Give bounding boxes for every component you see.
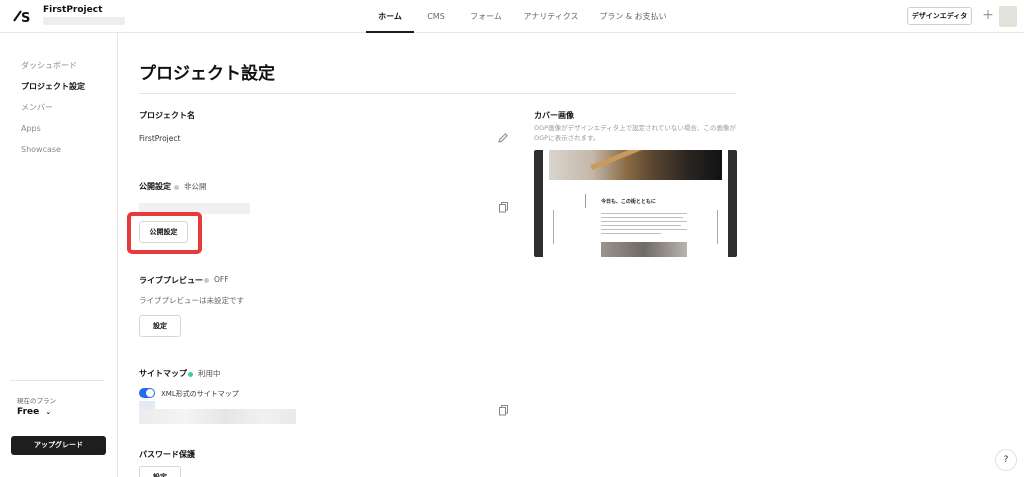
design-editor-button[interactable]: デザインエディタ: [907, 7, 972, 25]
nav-home[interactable]: ホーム: [366, 0, 414, 33]
live-preview-description: ライブプレビューは未設定です: [139, 296, 244, 305]
publish-settings-label: 公開設定: [139, 182, 171, 191]
sitemap-label: サイトマップ: [139, 369, 187, 378]
plan-value: Free: [17, 407, 40, 417]
cover-photo-detail: [590, 150, 648, 171]
studio-logo-icon[interactable]: S: [12, 8, 34, 24]
sitemap-status: 利用中: [188, 368, 221, 379]
cover-text-line: [601, 229, 687, 230]
cover-preview-page: 今日も、この街とともに: [543, 150, 728, 257]
sitemap-toggle[interactable]: [139, 388, 155, 398]
nav-form[interactable]: フォーム: [462, 0, 510, 33]
project-url-redacted: [43, 17, 125, 25]
cover-vertical-text: [553, 210, 554, 244]
project-name[interactable]: FirstProject: [43, 5, 102, 15]
sidebar: ダッシュボード プロジェクト設定 メンバー Apps Showcase 現在のプ…: [0, 33, 118, 477]
publish-status-text: 非公開: [184, 182, 207, 191]
highlight-box: [127, 212, 202, 254]
current-plan-label: 現在のプラン: [17, 397, 56, 405]
password-settings-button[interactable]: 設定: [139, 466, 181, 477]
page-title: プロジェクト設定: [139, 64, 275, 84]
cover-image-description: OGP画像がデザインエディタ上で設定されていない場合、この画像がOGPに表示され…: [534, 124, 736, 142]
cover-text-line: [601, 225, 681, 226]
password-protection-label: パスワード保護: [139, 450, 195, 459]
cover-heading: 今日も、この街とともに: [601, 199, 656, 205]
cover-vertical-text: [717, 210, 718, 244]
top-bar: S FirstProject ホーム CMS フォーム アナリティクス プラン …: [0, 0, 1024, 33]
status-dot: [174, 184, 179, 190]
status-dot: [188, 371, 193, 377]
upgrade-button[interactable]: アップグレード: [11, 436, 106, 455]
cover-vertical-text: [585, 194, 586, 208]
pencil-icon[interactable]: [497, 132, 509, 144]
sidebar-item-dashboard[interactable]: ダッシュボード: [21, 60, 77, 71]
sitemap-toggle-label: XML形式のサイトマップ: [161, 390, 239, 398]
project-name-label: プロジェクト名: [139, 111, 195, 120]
cover-text-line: [601, 217, 683, 218]
title-divider: [139, 93, 736, 94]
project-name-value: FirstProject: [139, 134, 181, 143]
svg-text:S: S: [21, 11, 30, 24]
help-button[interactable]: ?: [995, 449, 1017, 471]
sitemap-url-redacted: [139, 401, 155, 409]
publish-status: 非公開: [174, 181, 207, 192]
cover-image-label: カバー画像: [534, 111, 574, 120]
sidebar-item-members[interactable]: メンバー: [21, 102, 53, 113]
nav-plan-billing[interactable]: プラン & お支払い: [594, 0, 672, 33]
cover-photo: [549, 150, 722, 180]
sitemap-status-text: 利用中: [198, 369, 221, 378]
cover-text-line: [601, 221, 687, 222]
sidebar-item-showcase[interactable]: Showcase: [21, 145, 61, 154]
sitemap-url-redacted: [139, 409, 296, 424]
avatar[interactable]: [999, 6, 1017, 27]
nav-analytics[interactable]: アナリティクス: [518, 0, 584, 33]
live-preview-settings-button[interactable]: 設定: [139, 315, 181, 337]
plan-selector[interactable]: Free ⌄: [17, 407, 51, 417]
plus-icon[interactable]: +: [980, 7, 996, 25]
sidebar-divider: [10, 380, 104, 381]
cover-text-line: [601, 233, 661, 234]
nav-cms[interactable]: CMS: [418, 0, 454, 33]
live-preview-status: OFF: [204, 275, 229, 284]
chevron-down-icon: ⌄: [45, 408, 52, 416]
cover-image[interactable]: 今日も、この街とともに: [534, 150, 737, 257]
nav-active-indicator: [366, 31, 414, 33]
sidebar-item-project-settings[interactable]: プロジェクト設定: [21, 81, 85, 92]
sidebar-item-apps[interactable]: Apps: [21, 124, 41, 133]
cover-photo-bottom: [601, 242, 687, 257]
copy-icon[interactable]: [498, 201, 510, 213]
cover-text-line: [601, 213, 687, 214]
live-preview-status-text: OFF: [214, 275, 229, 284]
status-dot: [204, 277, 209, 283]
copy-icon[interactable]: [498, 404, 510, 416]
live-preview-label: ライブプレビュー: [139, 276, 203, 285]
